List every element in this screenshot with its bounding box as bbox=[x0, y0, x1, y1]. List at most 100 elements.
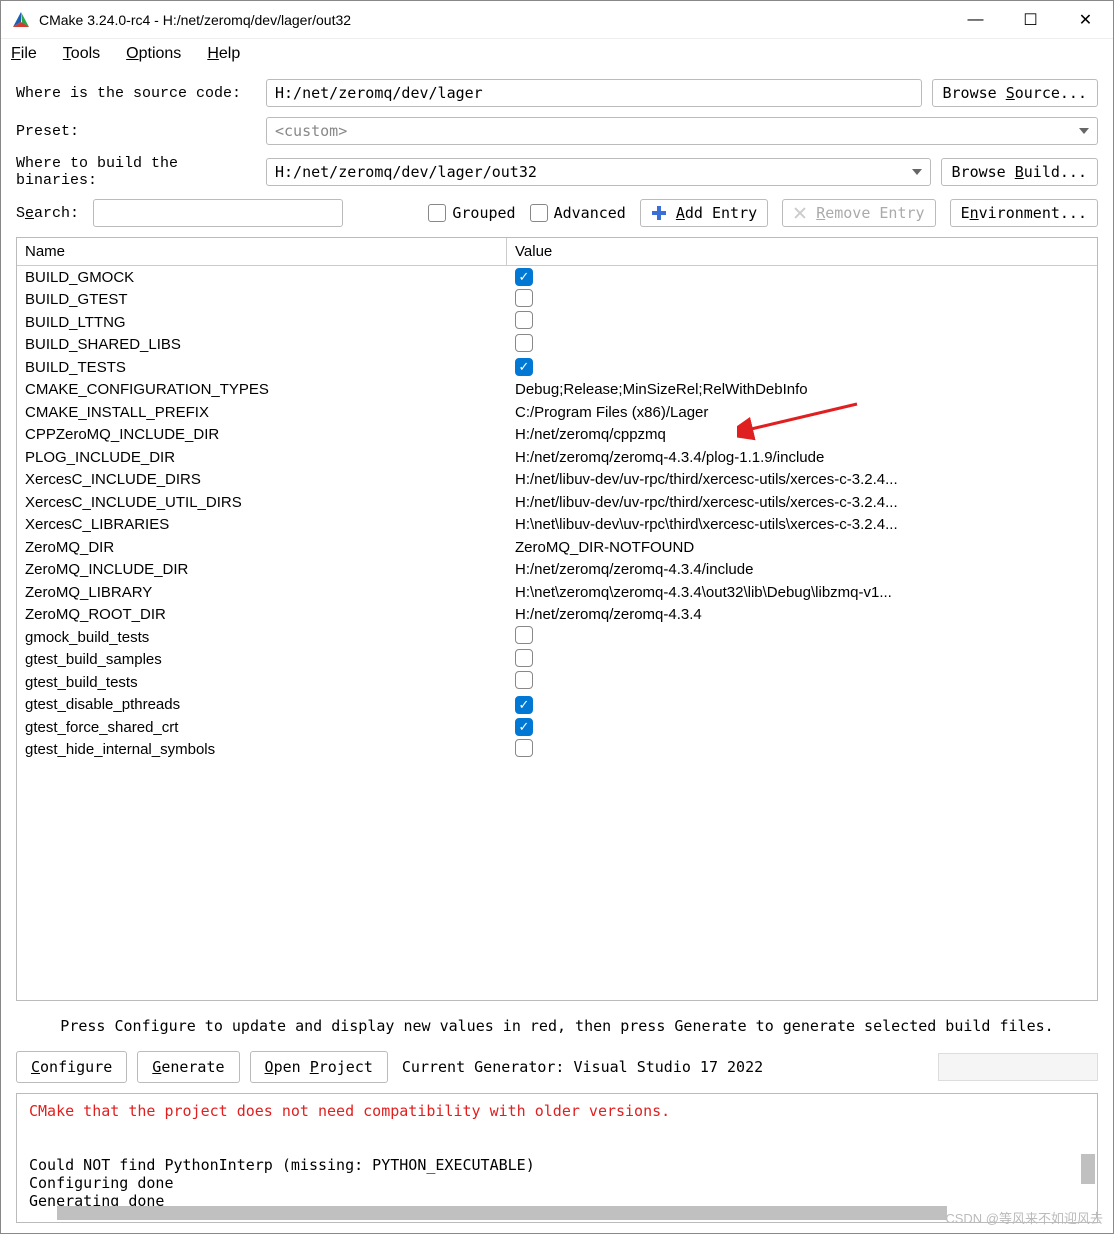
cache-value[interactable] bbox=[507, 289, 1097, 311]
cache-value[interactable]: H:/net/zeromq/cppzmq bbox=[507, 426, 1097, 443]
preset-label: Preset: bbox=[16, 123, 256, 140]
cache-value[interactable]: H:\net\zeromq\zeromq-4.3.4\out32\lib\Deb… bbox=[507, 584, 1097, 601]
output-hscrollbar[interactable] bbox=[57, 1206, 947, 1220]
table-row[interactable]: BUILD_SHARED_LIBS bbox=[17, 334, 1097, 357]
table-row[interactable]: BUILD_TESTS✓ bbox=[17, 356, 1097, 379]
output-panel[interactable]: CMake that the project does not need com… bbox=[16, 1093, 1098, 1223]
cache-value[interactable]: ✓ bbox=[507, 268, 1097, 286]
cache-value[interactable]: H:/net/libuv-dev/uv-rpc/third/xercesc-ut… bbox=[507, 494, 1097, 511]
x-icon bbox=[793, 206, 807, 220]
table-row[interactable]: BUILD_GMOCK✓ bbox=[17, 266, 1097, 289]
cache-value[interactable] bbox=[507, 671, 1097, 693]
cache-name: ZeroMQ_LIBRARY bbox=[17, 584, 507, 601]
header-name[interactable]: Name bbox=[17, 238, 507, 265]
table-body[interactable]: BUILD_GMOCK✓BUILD_GTEST BUILD_LTTNG BUILD_… bbox=[17, 266, 1097, 1000]
menu-file[interactable]: File bbox=[11, 45, 37, 63]
search-input[interactable] bbox=[93, 199, 343, 227]
maximize-button[interactable]: ☐ bbox=[1003, 1, 1058, 38]
cache-name: gtest_build_samples bbox=[17, 651, 507, 668]
cache-value[interactable]: H:/net/zeromq/zeromq-4.3.4 bbox=[507, 606, 1097, 623]
cache-value[interactable] bbox=[507, 334, 1097, 356]
checkbox-icon[interactable] bbox=[515, 649, 533, 667]
build-combo[interactable]: H:/net/zeromq/dev/lager/out32 bbox=[266, 158, 931, 186]
table-row[interactable]: CPPZeroMQ_INCLUDE_DIRH:/net/zeromq/cppzm… bbox=[17, 424, 1097, 447]
cache-value[interactable]: H:\net\libuv-dev\uv-rpc\third\xercesc-ut… bbox=[507, 516, 1097, 533]
table-row[interactable]: gtest_force_shared_crt ✓ bbox=[17, 716, 1097, 739]
checkbox-icon[interactable] bbox=[515, 334, 533, 352]
grouped-checkbox[interactable]: Grouped bbox=[428, 204, 515, 222]
remove-entry-button[interactable]: Remove Entry bbox=[782, 199, 935, 227]
menu-tools[interactable]: Tools bbox=[63, 45, 100, 63]
cache-value[interactable]: Debug;Release;MinSizeRel;RelWithDebInfo bbox=[507, 381, 1097, 398]
open-project-button[interactable]: Open Project bbox=[250, 1051, 388, 1083]
content-area: Where is the source code: H:/net/zeromq/… bbox=[1, 69, 1113, 1233]
cache-name: XercesC_INCLUDE_DIRS bbox=[17, 471, 507, 488]
cache-name: ZeroMQ_ROOT_DIR bbox=[17, 606, 507, 623]
checkbox-icon[interactable] bbox=[515, 671, 533, 689]
table-row[interactable]: BUILD_LTTNG bbox=[17, 311, 1097, 334]
plus-icon bbox=[651, 205, 667, 221]
output-vscrollbar[interactable] bbox=[1081, 1154, 1095, 1184]
table-row[interactable]: PLOG_INCLUDE_DIRH:/net/zeromq/zeromq-4.3… bbox=[17, 446, 1097, 469]
preset-combo[interactable]: <custom> bbox=[266, 117, 1098, 145]
checkbox-icon[interactable] bbox=[515, 739, 533, 757]
cache-value[interactable]: C:/Program Files (x86)/Lager bbox=[507, 404, 1097, 421]
checkbox-icon[interactable] bbox=[515, 626, 533, 644]
cache-value[interactable] bbox=[507, 626, 1097, 648]
cache-value[interactable] bbox=[507, 311, 1097, 333]
cache-value[interactable]: H:/net/zeromq/zeromq-4.3.4/plog-1.1.9/in… bbox=[507, 449, 1097, 466]
checkbox-icon[interactable] bbox=[515, 289, 533, 307]
cache-value[interactable]: ✓ bbox=[507, 696, 1097, 714]
table-row[interactable]: XercesC_INCLUDE_DIRSH:/net/libuv-dev/uv-… bbox=[17, 469, 1097, 492]
table-row[interactable]: ZeroMQ_INCLUDE_DIRH:/net/zeromq/zeromq-4… bbox=[17, 559, 1097, 582]
cache-value[interactable] bbox=[507, 649, 1097, 671]
checkbox-icon[interactable]: ✓ bbox=[515, 718, 533, 736]
cache-value[interactable]: ✓ bbox=[507, 718, 1097, 736]
cache-value[interactable]: ZeroMQ_DIR-NOTFOUND bbox=[507, 539, 1097, 556]
cache-value[interactable]: ✓ bbox=[507, 358, 1097, 376]
checkbox-icon[interactable] bbox=[515, 311, 533, 329]
table-row[interactable]: XercesC_INCLUDE_UTIL_DIRSH:/net/libuv-de… bbox=[17, 491, 1097, 514]
generate-button[interactable]: Generate bbox=[137, 1051, 239, 1083]
cache-name: ZeroMQ_DIR bbox=[17, 539, 507, 556]
menu-help[interactable]: Help bbox=[207, 45, 240, 63]
window-title: CMake 3.24.0-rc4 - H:/net/zeromq/dev/lag… bbox=[39, 12, 948, 28]
table-row[interactable]: XercesC_LIBRARIESH:\net\libuv-dev\uv-rpc… bbox=[17, 514, 1097, 537]
checkbox-icon[interactable]: ✓ bbox=[515, 358, 533, 376]
configure-button[interactable]: Configure bbox=[16, 1051, 127, 1083]
table-row[interactable]: gtest_build_samples bbox=[17, 649, 1097, 672]
table-row[interactable]: BUILD_GTEST bbox=[17, 289, 1097, 312]
table-row[interactable]: ZeroMQ_ROOT_DIRH:/net/zeromq/zeromq-4.3.… bbox=[17, 604, 1097, 627]
add-entry-button[interactable]: Add Entry bbox=[640, 199, 768, 227]
menu-options[interactable]: Options bbox=[126, 45, 181, 63]
cache-name: CPPZeroMQ_INCLUDE_DIR bbox=[17, 426, 507, 443]
cache-value[interactable]: H:/net/libuv-dev/uv-rpc/third/xercesc-ut… bbox=[507, 471, 1097, 488]
table-row[interactable]: gtest_build_tests bbox=[17, 671, 1097, 694]
environment-button[interactable]: Environment... bbox=[950, 199, 1098, 227]
output-line: Configuring done bbox=[29, 1174, 1085, 1192]
checkbox-icon[interactable]: ✓ bbox=[515, 696, 533, 714]
cache-value[interactable] bbox=[507, 739, 1097, 761]
advanced-checkbox[interactable]: Advanced bbox=[530, 204, 626, 222]
source-input[interactable]: H:/net/zeromq/dev/lager bbox=[266, 79, 922, 107]
header-value[interactable]: Value bbox=[507, 238, 1097, 265]
minimize-button[interactable]: — bbox=[948, 1, 1003, 38]
table-row[interactable]: CMAKE_INSTALL_PREFIXC:/Program Files (x8… bbox=[17, 401, 1097, 424]
cache-name: gmock_build_tests bbox=[17, 629, 507, 646]
checkbox-icon[interactable]: ✓ bbox=[515, 268, 533, 286]
table-row[interactable]: ZeroMQ_LIBRARYH:\net\zeromq\zeromq-4.3.4… bbox=[17, 581, 1097, 604]
cache-name: BUILD_LTTNG bbox=[17, 314, 507, 331]
cache-name: gtest_force_shared_crt bbox=[17, 719, 507, 736]
cache-value[interactable]: H:/net/zeromq/zeromq-4.3.4/include bbox=[507, 561, 1097, 578]
watermark: CSDN @等风来不如迎风去 bbox=[945, 1208, 1103, 1227]
table-row[interactable]: gmock_build_tests bbox=[17, 626, 1097, 649]
browse-build-button[interactable]: Browse Build... bbox=[941, 158, 1098, 186]
table-header: Name Value bbox=[17, 238, 1097, 266]
table-row[interactable]: CMAKE_CONFIGURATION_TYPESDebug;Release;M… bbox=[17, 379, 1097, 402]
table-row[interactable]: gtest_hide_internal_symbols bbox=[17, 739, 1097, 762]
close-button[interactable]: ✕ bbox=[1058, 1, 1113, 38]
cache-name: BUILD_SHARED_LIBS bbox=[17, 336, 507, 353]
table-row[interactable]: ZeroMQ_DIRZeroMQ_DIR-NOTFOUND bbox=[17, 536, 1097, 559]
table-row[interactable]: gtest_disable_pthreads✓ bbox=[17, 694, 1097, 717]
browse-source-button[interactable]: Browse Source... bbox=[932, 79, 1099, 107]
